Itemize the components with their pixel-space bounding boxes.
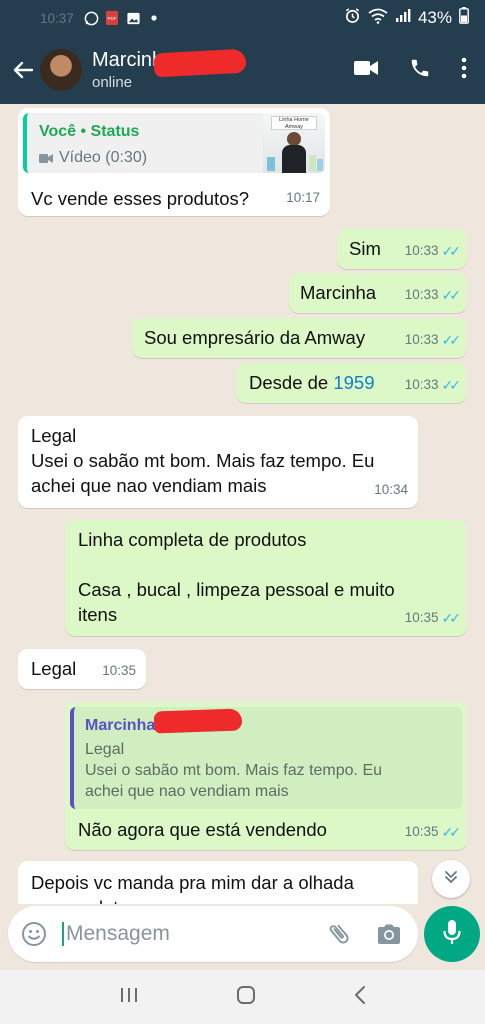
message-text: Sim xyxy=(349,238,381,259)
message-line: achei que nao vendiam mais xyxy=(31,475,267,496)
message-text: Legal xyxy=(31,658,77,679)
video-call-icon[interactable] xyxy=(353,58,379,83)
read-ticks-icon: ✓✓ xyxy=(441,332,462,348)
message-bubble-incoming[interactable]: Você • Status Vídeo (0:30) Linha Home Am… xyxy=(18,108,330,216)
emoji-icon[interactable] xyxy=(20,920,48,948)
camera-icon[interactable] xyxy=(374,919,404,949)
nav-back-icon[interactable] xyxy=(353,985,367,1010)
status-bar: 10:37 PDF 43% xyxy=(0,0,485,36)
message-link[interactable]: 1959 xyxy=(333,372,374,393)
message-time: 10:33 xyxy=(404,243,439,258)
contact-info[interactable]: Marcinha online xyxy=(92,48,247,91)
battery-percent: 43% xyxy=(417,8,452,27)
message-line: nos produtos xyxy=(31,896,138,904)
signal-icon xyxy=(395,8,411,28)
read-ticks-icon: ✓✓ xyxy=(441,287,462,303)
message-bubble-outgoing[interactable]: Sim 10:33 ✓✓ xyxy=(337,229,467,269)
whatsapp-icon xyxy=(84,11,99,26)
read-ticks-icon: ✓✓ xyxy=(441,824,462,840)
chevrons-down-icon xyxy=(443,869,459,890)
message-time: 10:33 xyxy=(404,287,439,302)
quote-author: Marcinha xyxy=(85,717,156,734)
chat-header: Marcinha online xyxy=(0,36,485,104)
message-line: Linha completa de produtos xyxy=(78,529,307,550)
attach-icon[interactable] xyxy=(324,919,354,949)
recents-icon[interactable] xyxy=(119,986,139,1009)
status-thumbnail: Linha Home Amway xyxy=(263,113,325,173)
quote-line: Usei o sabão mt bom. Mais faz tempo. Eu xyxy=(85,762,383,779)
message-bubble-outgoing[interactable]: Marcinha 10:33 ✓✓ xyxy=(289,273,467,313)
status-time: 10:37 xyxy=(40,10,74,26)
message-text: Marcinha xyxy=(300,282,377,303)
quote-line: Legal xyxy=(85,741,125,758)
message-text-prefix: Desde de xyxy=(249,372,334,393)
message-bubble-incoming[interactable]: Depois vc manda pra mim dar a olhada nos… xyxy=(18,861,418,904)
message-input[interactable] xyxy=(62,922,312,946)
quote-line: achei que nao vendiam mais xyxy=(85,783,289,800)
message-line: Depois vc manda pra mim dar a olhada xyxy=(31,872,354,893)
message-time: 10:35 xyxy=(404,824,439,839)
message-bubble-outgoing[interactable]: Linha completa de produtos Casa , bucal … xyxy=(65,520,467,636)
quoted-status[interactable]: Você • Status Vídeo (0:30) Linha Home Am… xyxy=(23,113,325,173)
gallery-icon xyxy=(126,11,141,26)
battery-icon xyxy=(459,7,469,29)
read-ticks-icon: ✓✓ xyxy=(441,243,462,259)
scroll-to-bottom-button[interactable] xyxy=(432,860,470,898)
message-text: Não agora que está vendendo xyxy=(78,819,327,840)
message-composer xyxy=(8,906,418,962)
mic-button[interactable] xyxy=(424,906,480,962)
message-bubble-outgoing[interactable]: Marcinha Legal Usei o sabão mt bom. Mais… xyxy=(65,702,467,850)
wifi-icon xyxy=(368,8,388,29)
mic-icon xyxy=(441,918,463,951)
redaction-mark xyxy=(153,48,247,78)
message-line: Legal xyxy=(31,425,77,446)
message-bubble-incoming[interactable]: Legal 10:35 xyxy=(18,649,146,689)
read-ticks-icon: ✓✓ xyxy=(441,610,462,626)
message-bubble-outgoing[interactable]: Desde de 1959 10:33 ✓✓ xyxy=(236,363,467,403)
message-bubble-incoming[interactable]: Legal Usei o sabão mt bom. Mais faz temp… xyxy=(18,416,418,508)
avatar[interactable] xyxy=(40,49,82,91)
message-time: 10:35 xyxy=(404,610,439,625)
back-arrow-icon[interactable] xyxy=(8,59,38,81)
message-time: 10:17 xyxy=(286,190,320,205)
quote-author: Você • Status xyxy=(39,123,140,140)
system-nav-bar xyxy=(0,970,485,1024)
message-bubble-outgoing[interactable]: Sou empresário da Amway 10:33 ✓✓ xyxy=(132,318,467,358)
chat-area[interactable]: Você • Status Vídeo (0:30) Linha Home Am… xyxy=(0,104,485,904)
home-icon[interactable] xyxy=(236,985,256,1010)
message-text: Sou empresário da Amway xyxy=(144,327,366,348)
message-text: Vc vende esses produtos? xyxy=(31,188,250,209)
read-ticks-icon: ✓✓ xyxy=(441,377,462,393)
message-line: Casa , bucal , limpeza pessoal e muito xyxy=(78,579,395,600)
message-line: itens xyxy=(78,604,118,625)
message-time: 10:35 xyxy=(102,663,136,678)
pdf-badge-label: PDF xyxy=(108,16,117,21)
quote-media-label: Vídeo (0:30) xyxy=(59,149,148,166)
more-icon[interactable] xyxy=(461,57,467,84)
message-time: 10:34 xyxy=(374,482,408,497)
redaction-mark xyxy=(153,708,243,734)
alarm-icon xyxy=(344,7,361,29)
notification-dot-icon xyxy=(147,11,162,26)
phone-icon[interactable] xyxy=(409,57,431,84)
video-icon xyxy=(39,153,54,164)
message-text: Desde de 1959 xyxy=(249,371,375,395)
quoted-message[interactable]: Marcinha Legal Usei o sabão mt bom. Mais… xyxy=(70,707,462,809)
thumbnail-caption: Linha Home Amway xyxy=(271,116,317,130)
pdf-icon: PDF xyxy=(105,11,120,26)
message-line: Usei o sabão mt bom. Mais faz tempo. Eu xyxy=(31,450,375,471)
message-time: 10:33 xyxy=(404,377,439,392)
message-time: 10:33 xyxy=(404,332,439,347)
